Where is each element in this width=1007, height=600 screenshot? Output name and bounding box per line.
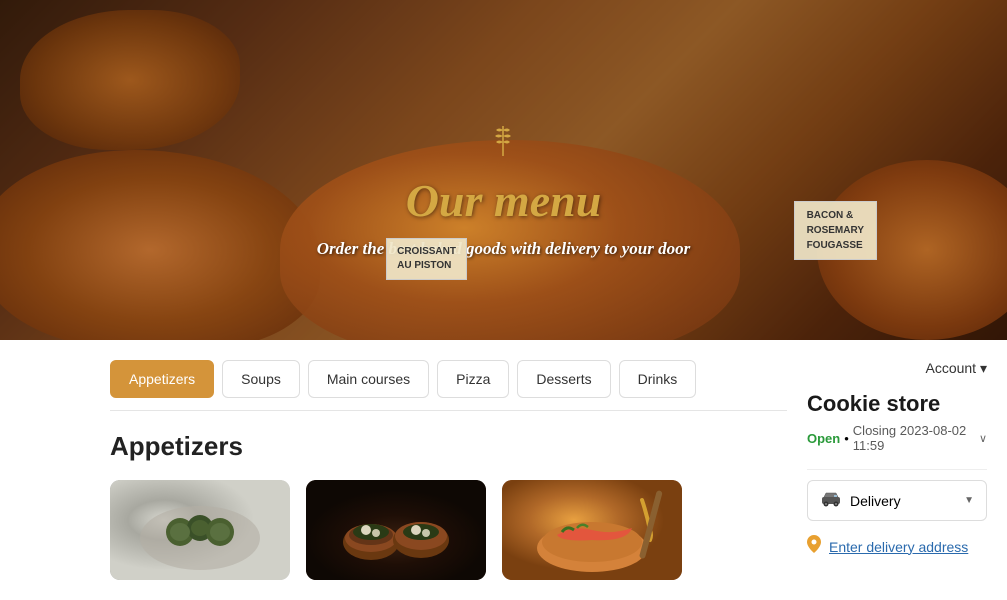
section-title: Appetizers xyxy=(110,431,787,462)
category-tabs: Appetizers Soups Main courses Pizza Dess… xyxy=(110,360,787,411)
delivery-dropdown-arrow-icon: ▼ xyxy=(964,495,974,506)
tab-pizza[interactable]: Pizza xyxy=(437,360,509,398)
store-status: Open • Closing 2023-08-02 11:59 ∨ xyxy=(807,423,987,453)
delivery-left: Delivery xyxy=(820,491,901,510)
food-item-3[interactable] xyxy=(502,480,682,580)
wheat-icon xyxy=(317,122,691,166)
main-layout: Appetizers Soups Main courses Pizza Dess… xyxy=(0,340,1007,600)
content-area: Appetizers Soups Main courses Pizza Dess… xyxy=(0,360,807,600)
delivery-label: Delivery xyxy=(850,493,901,509)
food-image-2 xyxy=(306,480,486,580)
store-name: Cookie store xyxy=(807,391,987,417)
status-chevron-icon: ∨ xyxy=(979,432,987,445)
pin-icon xyxy=(807,535,821,558)
food-item-1[interactable] xyxy=(110,480,290,580)
food-image-3 xyxy=(502,480,682,580)
tab-soups[interactable]: Soups xyxy=(222,360,300,398)
bread-sign-2: BACON & ROSEMARY FOUGASSE xyxy=(794,201,877,260)
tab-drinks[interactable]: Drinks xyxy=(619,360,697,398)
status-open-label: Open xyxy=(807,431,840,446)
hero-subtitle: Order the best baked goods with delivery… xyxy=(317,239,691,259)
delivery-dropdown[interactable]: Delivery ▼ xyxy=(807,480,987,521)
hero-content: Our menu Order the best baked goods with… xyxy=(317,122,691,259)
food-item-2[interactable] xyxy=(306,480,486,580)
tab-desserts[interactable]: Desserts xyxy=(517,360,610,398)
bread-decoration-2 xyxy=(0,150,320,340)
tab-appetizers[interactable]: Appetizers xyxy=(110,360,214,398)
account-label: Account xyxy=(925,360,976,376)
hero-section: CROISSANT AU PISTON BACON & ROSEMARY FOU… xyxy=(0,0,1007,340)
account-chevron-icon: ▾ xyxy=(980,360,987,376)
sidebar: Account ▾ Cookie store Open • Closing 20… xyxy=(807,360,1007,600)
status-closing-label: Closing 2023-08-02 11:59 xyxy=(853,423,975,453)
delivery-address-label[interactable]: Enter delivery address xyxy=(829,539,968,555)
food-image-1 xyxy=(110,480,290,580)
bread-decoration-1 xyxy=(20,10,240,150)
tab-main-courses[interactable]: Main courses xyxy=(308,360,429,398)
food-grid xyxy=(110,480,787,580)
hero-title: Our menu xyxy=(317,174,691,227)
car-icon xyxy=(820,491,842,510)
account-button[interactable]: Account ▾ xyxy=(807,360,987,377)
delivery-address-button[interactable]: Enter delivery address xyxy=(807,531,987,562)
bread-sign-1: CROISSANT AU PISTON xyxy=(386,238,467,280)
status-dot: • xyxy=(844,431,849,446)
sidebar-divider xyxy=(807,469,987,470)
